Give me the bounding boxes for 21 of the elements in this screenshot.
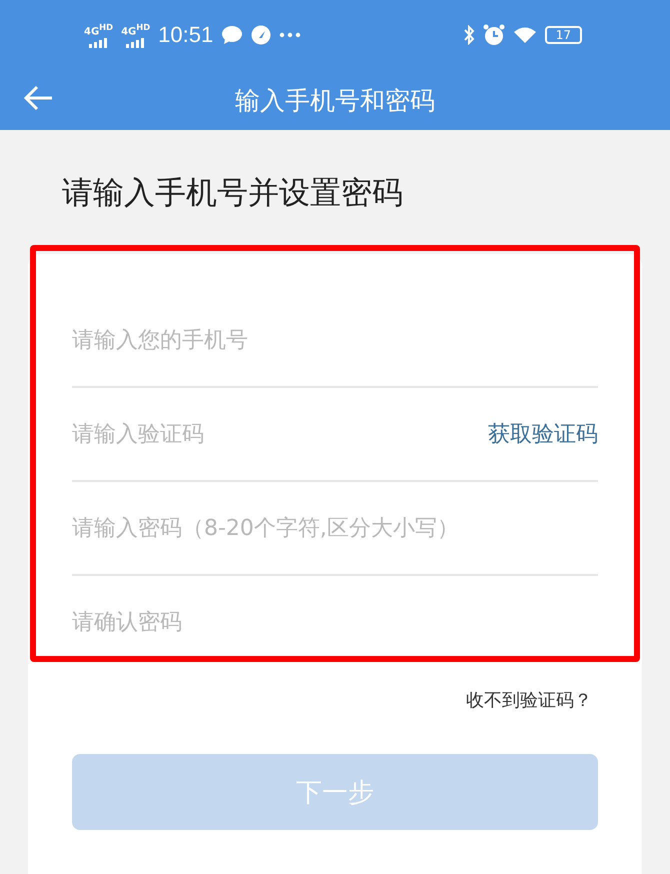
battery-icon: 17 xyxy=(544,26,582,44)
back-arrow-icon[interactable] xyxy=(24,85,54,111)
input-field[interactable]: 请确认密码 xyxy=(72,610,598,634)
chat-bubble-icon xyxy=(221,25,244,45)
network-label: 4G$^{HD}$ xyxy=(121,22,150,38)
input-field[interactable]: 请输入密码（8-20个字符,区分大小写） xyxy=(72,516,598,540)
help-link[interactable]: 收不到验证码？ xyxy=(466,688,592,712)
network-label: 4G$^{HD}$ xyxy=(84,22,114,38)
wifi-icon xyxy=(512,26,537,44)
input-field[interactable]: 请输入验证码 xyxy=(72,422,488,446)
more-icon xyxy=(279,32,302,38)
bluetooth-icon xyxy=(462,25,475,45)
header-title: 输入手机号和密码 xyxy=(235,84,435,116)
signal-icon xyxy=(126,38,146,48)
signal-icon xyxy=(88,38,109,48)
get-code-link[interactable]: 获取验证码 xyxy=(488,419,598,449)
gauge-icon xyxy=(251,25,272,45)
page-heading: 请输入手机号并设置密码 xyxy=(61,174,404,208)
alarm-icon xyxy=(482,24,505,46)
input-field[interactable]: 请输入您的手机号 xyxy=(72,328,598,352)
status-time: 10:51 xyxy=(158,22,214,48)
